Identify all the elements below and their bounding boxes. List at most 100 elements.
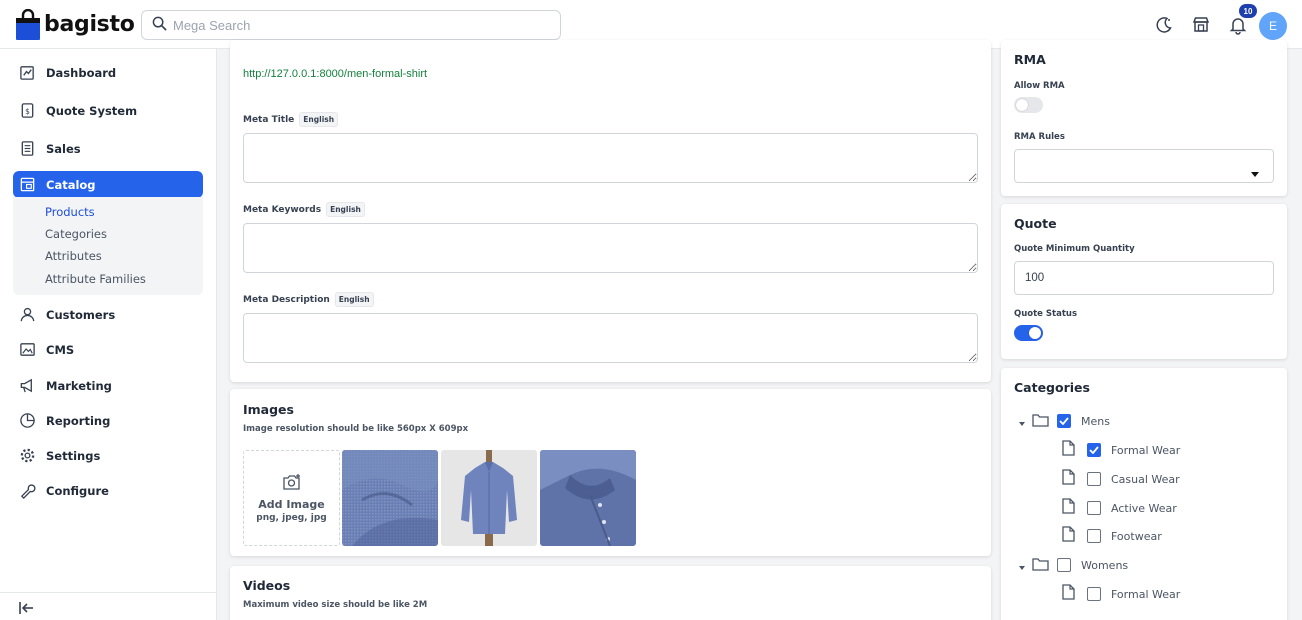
reporting-icon	[18, 412, 36, 430]
sidebar-item-configure[interactable]: Configure	[13, 477, 203, 504]
language-badge: English	[334, 292, 374, 307]
meta-description-label: Meta Description English	[243, 292, 374, 307]
videos-card: Videos Maximum video size should be like…	[230, 566, 991, 620]
customers-icon	[18, 306, 36, 324]
meta-description-text: Meta Description	[243, 294, 330, 305]
collapse-arrow-icon	[18, 600, 34, 619]
sidebar-item-catalog[interactable]: Catalog	[13, 171, 203, 198]
folder-icon	[1032, 556, 1049, 575]
product-image-fabric[interactable]	[342, 450, 438, 546]
svg-text:$: $	[25, 107, 30, 116]
categories-card: Categories Mens Formal Wear Casual Wear …	[1001, 368, 1287, 620]
meta-title-label: Meta Title English	[243, 112, 339, 127]
category-checkbox[interactable]	[1087, 501, 1101, 515]
quote-min-qty-input[interactable]: 100	[1014, 261, 1274, 295]
sales-icon	[18, 140, 36, 158]
videos-title: Videos	[243, 578, 291, 593]
file-icon	[1062, 526, 1075, 546]
category-checkbox[interactable]	[1087, 443, 1101, 457]
mega-search[interactable]	[141, 10, 561, 40]
meta-title-field[interactable]	[243, 133, 978, 183]
sidebar-item-customers[interactable]: Customers	[13, 301, 203, 328]
sidebar-item-label: Dashboard	[46, 65, 117, 80]
quote-status-toggle[interactable]	[1014, 325, 1043, 341]
tree-row-mens: Mens	[1018, 413, 1110, 429]
rma-rules-select[interactable]	[1014, 149, 1274, 183]
sidebar-item-reporting[interactable]: Reporting	[13, 407, 203, 434]
category-label: Womens	[1081, 558, 1129, 572]
quote-title: Quote	[1014, 216, 1057, 231]
images-subtitle: Image resolution should be like 560px X …	[243, 424, 469, 434]
sidebar-item-cms[interactable]: CMS	[13, 336, 203, 363]
sidebar-item-settings[interactable]: Settings	[13, 442, 203, 469]
marketing-icon	[18, 377, 36, 395]
sidebar-item-label: CMS	[46, 342, 75, 357]
user-avatar[interactable]: E	[1259, 12, 1287, 40]
configure-icon	[18, 482, 36, 500]
caret-down-icon[interactable]	[1018, 412, 1026, 431]
category-checkbox[interactable]	[1087, 529, 1101, 543]
tree-row-casual-wear: Casual Wear	[1062, 469, 1180, 489]
category-checkbox[interactable]	[1057, 414, 1071, 428]
tree-row-womens-formal-wear: Formal Wear	[1062, 584, 1181, 604]
meta-description-field[interactable]	[243, 313, 978, 363]
product-image-folded-shirt[interactable]	[540, 450, 636, 546]
sidebar-subitem-attributes[interactable]: Attributes	[45, 249, 102, 263]
file-icon	[1062, 584, 1075, 604]
caret-down-icon[interactable]	[1018, 556, 1026, 575]
sidebar-collapse[interactable]	[0, 592, 216, 620]
search-input[interactable]	[173, 17, 553, 33]
meta-keywords-label: Meta Keywords English	[243, 202, 365, 217]
sidebar-item-label: Catalog	[46, 177, 96, 192]
meta-keywords-field[interactable]	[243, 223, 978, 273]
category-label: Active Wear	[1111, 501, 1177, 515]
sidebar-subitem-attribute-families[interactable]: Attribute Families	[45, 272, 146, 286]
sidebar-item-marketing[interactable]: Marketing	[13, 372, 203, 399]
sidebar-item-sales[interactable]: Sales	[13, 135, 203, 162]
file-icon	[1062, 498, 1075, 518]
quote-card: Quote Quote Minimum Quantity 100 Quote S…	[1001, 204, 1287, 359]
quote-status-label: Quote Status	[1014, 309, 1077, 319]
sidebar-item-quote-system[interactable]: $ Quote System	[13, 97, 203, 124]
category-label: Mens	[1081, 414, 1110, 428]
category-label: Formal Wear	[1111, 587, 1181, 601]
dark-mode-icon[interactable]	[1154, 15, 1174, 35]
images-title: Images	[243, 402, 294, 417]
category-checkbox[interactable]	[1087, 472, 1101, 486]
notification-bell-icon[interactable]	[1228, 15, 1248, 35]
sidebar-item-label: Customers	[46, 307, 116, 322]
quote-min-qty-label: Quote Minimum Quantity	[1014, 244, 1135, 254]
settings-icon	[18, 447, 36, 465]
sidebar-item-label: Settings	[46, 448, 101, 463]
category-label: Formal Wear	[1111, 443, 1181, 457]
sidebar-item-dashboard[interactable]: Dashboard	[13, 59, 203, 86]
quote-min-qty-value: 100	[1025, 272, 1045, 284]
sidebar-subitem-categories[interactable]: Categories	[45, 227, 107, 241]
sidebar-item-label: Sales	[46, 141, 81, 156]
rma-card: RMA Allow RMA RMA Rules	[1001, 40, 1287, 196]
tree-row-active-wear: Active Wear	[1062, 498, 1177, 518]
sidebar-subitem-products[interactable]: Products	[45, 205, 95, 219]
allow-rma-toggle[interactable]	[1014, 97, 1043, 113]
seo-card: http://127.0.0.1:8000/men-formal-shirt M…	[230, 40, 991, 382]
rma-title: RMA	[1014, 52, 1046, 67]
cms-icon	[18, 341, 36, 359]
category-label: Footwear	[1111, 529, 1162, 543]
language-badge: English	[299, 112, 339, 127]
allow-rma-label: Allow RMA	[1014, 81, 1065, 91]
notification-badge: 10	[1239, 4, 1257, 18]
images-card: Images Image resolution should be like 5…	[230, 389, 991, 556]
category-checkbox[interactable]	[1057, 558, 1071, 572]
sidebar-item-label: Marketing	[46, 378, 112, 393]
quote-icon: $	[18, 102, 36, 120]
storefront-icon[interactable]	[1191, 15, 1211, 35]
file-icon	[1062, 469, 1075, 489]
add-image-button[interactable]: Add Image png, jpeg, jpg	[243, 450, 340, 546]
dashboard-icon	[18, 64, 36, 82]
toggle-knob	[1016, 99, 1028, 111]
bagisto-logo[interactable]: bagisto	[16, 8, 135, 40]
toggle-knob	[1029, 327, 1041, 339]
camera-plus-icon	[282, 473, 302, 495]
category-checkbox[interactable]	[1087, 587, 1101, 601]
product-image-mannequin[interactable]	[441, 450, 537, 546]
